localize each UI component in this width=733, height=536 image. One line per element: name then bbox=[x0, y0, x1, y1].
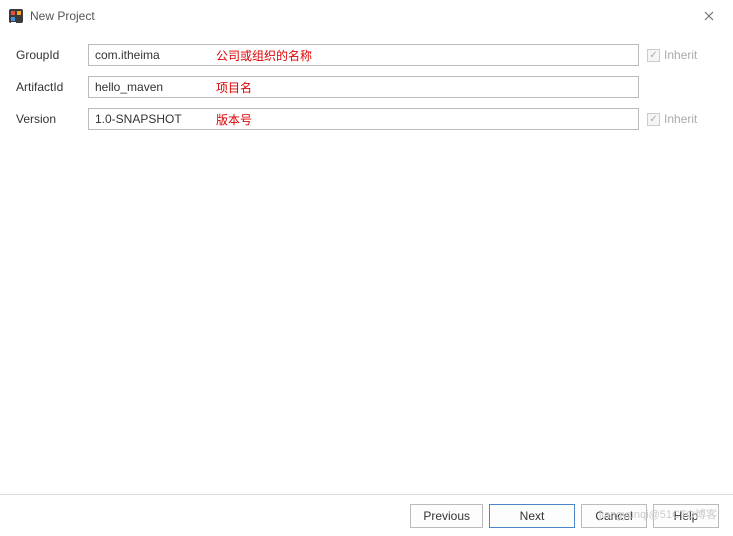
inherit-version[interactable]: ✓ Inherit bbox=[647, 112, 717, 126]
row-groupid: GroupId 公司或组织的名称 ✓ Inherit bbox=[16, 44, 717, 66]
field-wrap-artifactid: 项目名 bbox=[88, 76, 639, 98]
next-button[interactable]: Next bbox=[489, 504, 575, 528]
form-content: GroupId 公司或组织的名称 ✓ Inherit ArtifactId 项目… bbox=[0, 32, 733, 152]
help-button[interactable]: Help bbox=[653, 504, 719, 528]
input-groupid[interactable] bbox=[88, 44, 639, 66]
close-button[interactable] bbox=[693, 0, 725, 32]
inherit-groupid[interactable]: ✓ Inherit bbox=[647, 48, 717, 62]
intellij-icon bbox=[8, 8, 24, 24]
row-version: Version 版本号 ✓ Inherit bbox=[16, 108, 717, 130]
row-artifactid: ArtifactId 项目名 ✓x bbox=[16, 76, 717, 98]
label-version: Version bbox=[16, 112, 80, 126]
field-wrap-version: 版本号 bbox=[88, 108, 639, 130]
previous-button[interactable]: Previous bbox=[410, 504, 483, 528]
label-artifactid: ArtifactId bbox=[16, 80, 80, 94]
bottom-bar: Previous Next Cancel Help bbox=[0, 494, 733, 536]
inherit-label: Inherit bbox=[664, 112, 697, 126]
label-groupid: GroupId bbox=[16, 48, 80, 62]
inherit-label: Inherit bbox=[664, 48, 697, 62]
checkbox-icon: ✓ bbox=[647, 113, 660, 126]
checkbox-icon: ✓ bbox=[647, 49, 660, 62]
input-artifactid[interactable] bbox=[88, 76, 639, 98]
input-version[interactable] bbox=[88, 108, 639, 130]
field-wrap-groupid: 公司或组织的名称 bbox=[88, 44, 639, 66]
window-title: New Project bbox=[30, 9, 95, 23]
titlebar: New Project bbox=[0, 0, 733, 32]
cancel-button[interactable]: Cancel bbox=[581, 504, 647, 528]
